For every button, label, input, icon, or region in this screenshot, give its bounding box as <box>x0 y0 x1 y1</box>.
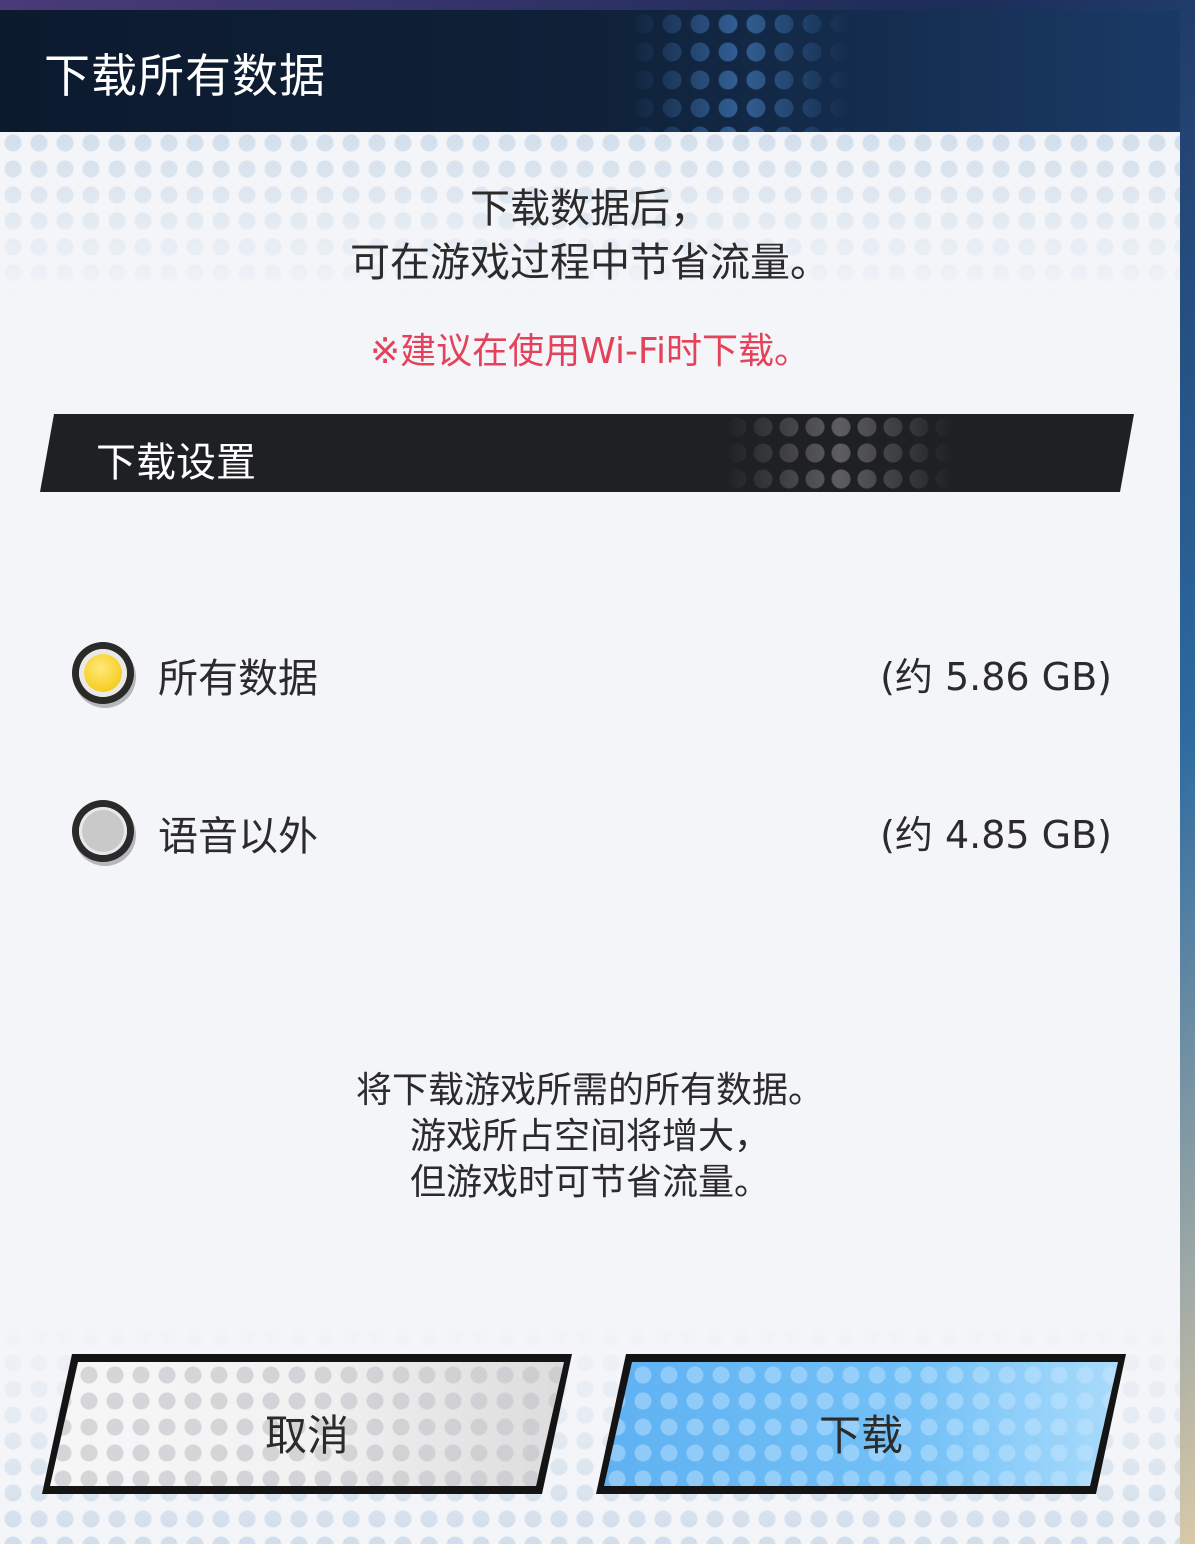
description-line-3: 但游戏时可节省流量。 <box>409 1162 770 1203</box>
download-dialog: 下载所有数据 下载数据后， 可在游戏过程中节省流量。 ※建议在使用Wi-Fi时下… <box>0 10 1180 1544</box>
dialog-content: 下载数据后， 可在游戏过程中节省流量。 ※建议在使用Wi-Fi时下载。 下载设置… <box>0 10 1180 1544</box>
wifi-warning: ※建议在使用Wi-Fi时下载。 <box>369 331 811 372</box>
radio-selected-icon[interactable] <box>72 642 134 704</box>
header-dot-pattern <box>630 10 850 132</box>
intro-text: 下载数据后， 可在游戏过程中节省流量。 <box>0 182 1180 290</box>
download-button[interactable]: 下载 <box>596 1354 1126 1494</box>
radio-fill <box>79 807 127 855</box>
dialog-title: 下载所有数据 <box>44 49 326 103</box>
description-line-2: 游戏所占空间将增大， <box>409 1116 770 1157</box>
option-no-voice[interactable]: 语音以外 (约 4.85 GB) <box>72 794 1112 874</box>
section-dot-pattern <box>724 414 954 492</box>
option-size: (约 5.86 GB) <box>880 655 1112 699</box>
option-label: 所有数据 <box>158 656 318 702</box>
option-description: 将下载游戏所需的所有数据。 游戏所占空间将增大， 但游戏时可节省流量。 <box>0 1068 1180 1206</box>
dialog-header: 下载所有数据 <box>0 10 1180 132</box>
option-label: 语音以外 <box>158 814 318 860</box>
intro-line-2: 可在游戏过程中节省流量。 <box>350 240 830 286</box>
option-size: (约 4.85 GB) <box>880 813 1112 857</box>
section-header: 下载设置 <box>40 414 1134 492</box>
cancel-button-label: 取消 <box>264 1411 349 1460</box>
radio-fill <box>79 649 127 697</box>
download-button-label: 下载 <box>818 1411 903 1460</box>
intro-line-1: 下载数据后， <box>470 186 710 232</box>
radio-unselected-icon[interactable] <box>72 800 134 862</box>
cancel-button[interactable]: 取消 <box>42 1354 572 1494</box>
section-title: 下载设置 <box>96 440 256 486</box>
option-all-data[interactable]: 所有数据 (约 5.86 GB) <box>72 636 1112 716</box>
description-line-1: 将下载游戏所需的所有数据。 <box>355 1070 824 1111</box>
